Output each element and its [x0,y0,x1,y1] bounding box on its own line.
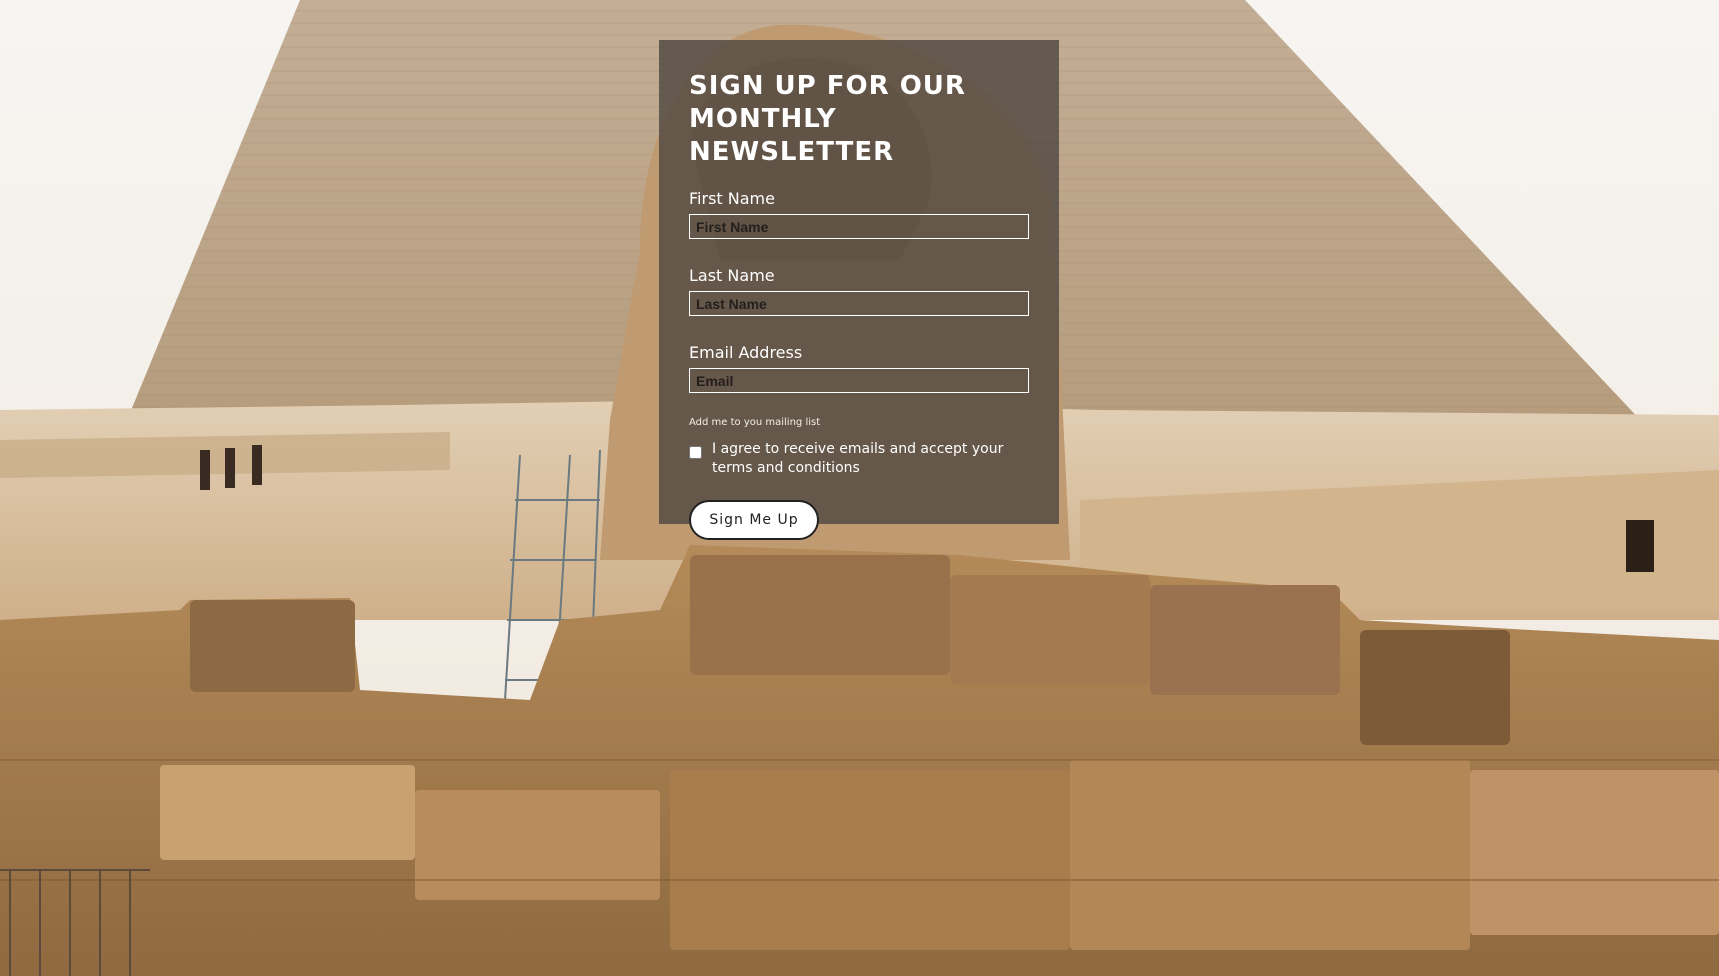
terms-checkbox[interactable] [689,446,702,459]
sign-up-button[interactable]: Sign Me Up [689,500,819,540]
first-name-label: First Name [689,189,775,208]
last-name-input[interactable] [689,291,1029,316]
mailing-list-note: Add me to you mailing list [689,417,821,428]
title-line-1: SIGN UP FOR OUR [689,71,966,101]
terms-label: I agree to receive emails and accept you… [712,441,1004,476]
first-name-input[interactable] [689,214,1029,239]
email-label: Email Address [689,343,803,362]
terms-row: I agree to receive emails and accept you… [689,440,1029,478]
distant-riders [200,445,262,490]
last-name-label: Last Name [689,266,775,285]
title-line-2: MONTHLY NEWSLETTER [689,104,895,167]
newsletter-panel: SIGN UP FOR OUR MONTHLY NEWSLETTER First… [659,40,1059,540]
email-input[interactable] [689,368,1029,393]
newsletter-title: SIGN UP FOR OUR MONTHLY NEWSLETTER [689,70,1019,169]
